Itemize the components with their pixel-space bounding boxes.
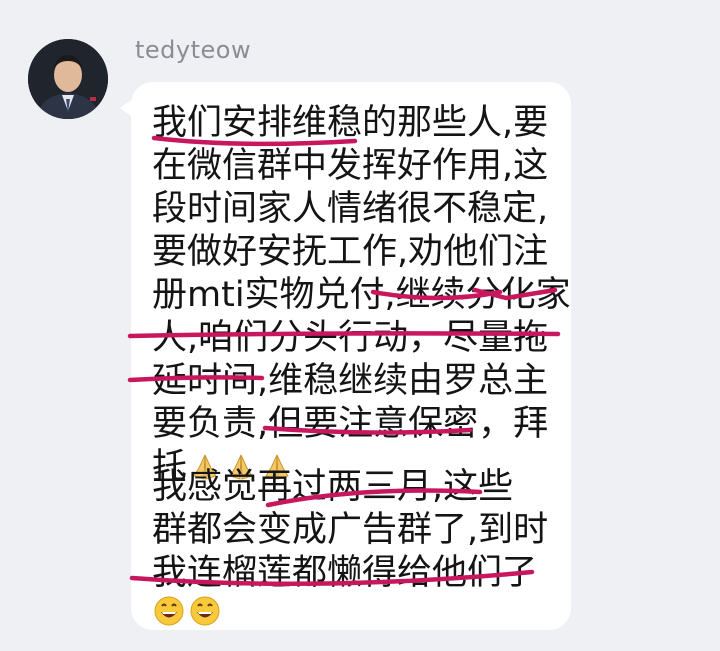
message-line: 我连榴莲都懒得给他们了 [152, 553, 538, 593]
sender-name: tedyteow [135, 36, 252, 64]
message-line: 我们安排维稳的那些人,要 [152, 103, 549, 143]
avatar[interactable] [28, 39, 108, 119]
message-line: 在微信群中发挥好作用,这 [152, 146, 549, 186]
message-line: 段时间家人情绪很不稳定, [152, 189, 549, 229]
message-line: 群都会变成广告群了,到时 [152, 510, 549, 550]
message-line: 要做好安抚工作,劝他们注 [152, 232, 549, 272]
message-line: 人,咱们分头行动，尽量拖 [152, 318, 549, 358]
message-line: 册mti实物兑付,继续分化家 [152, 275, 571, 315]
grinning-face-icon [154, 596, 184, 626]
grinning-face-icon [190, 596, 220, 626]
avatar-photo [28, 39, 108, 119]
message-line: 我感觉再过两三月,这些 [152, 467, 514, 507]
message-line: 延时间,维稳继续由罗总主 [152, 361, 549, 401]
message-line: 要负责,但要注意保密，拜 [152, 404, 549, 444]
grin-emoji-row [154, 596, 220, 626]
